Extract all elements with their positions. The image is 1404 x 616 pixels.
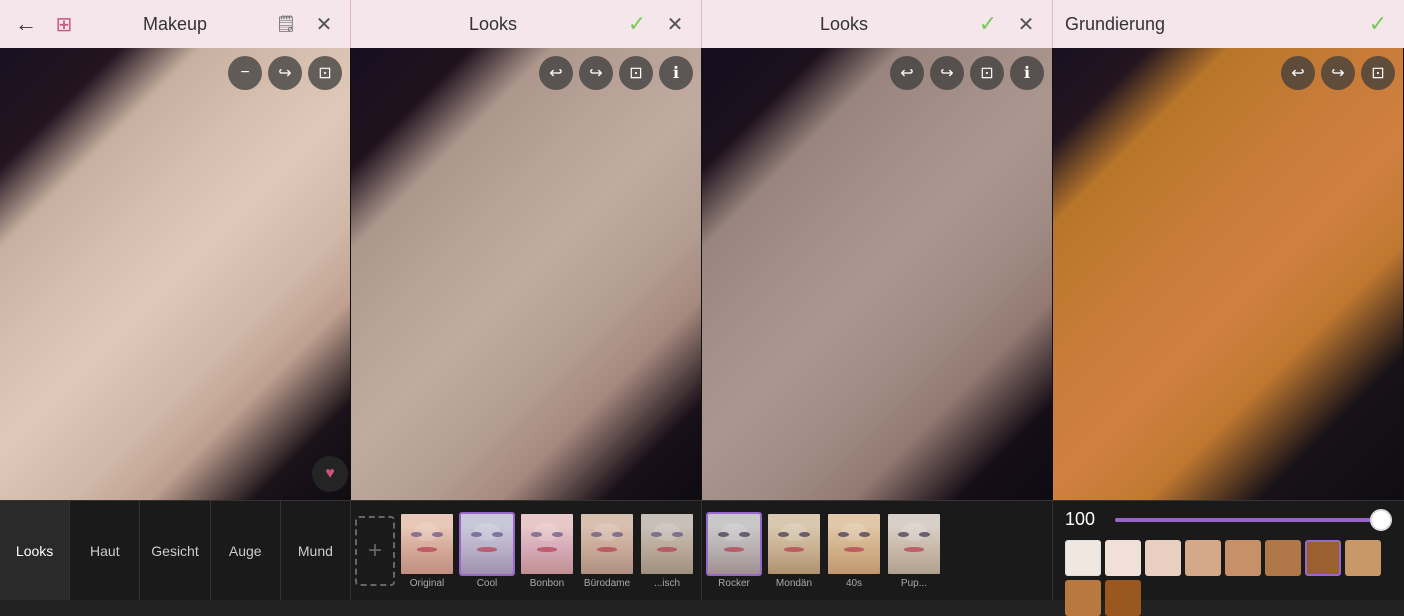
panel-3-header: Looks ✓ ✕ (702, 0, 1053, 48)
panel-4-bottom: 100 (1053, 501, 1404, 600)
undo-button-4[interactable]: ↩ (1281, 56, 1315, 90)
panel-1-header: ← ⊞ Makeup 🗒 ✕ (0, 0, 351, 48)
swatch-s8[interactable] (1105, 580, 1141, 616)
tab-gesicht[interactable]: Gesicht (140, 501, 210, 600)
bottom-bar: Looks Haut Gesicht Auge Mund ♥ + Origina… (0, 500, 1404, 600)
looks-tabs: Looks Haut Gesicht Auge Mund (0, 501, 350, 600)
panel-1-title: Makeup (143, 14, 207, 35)
panel-3-title: Looks (820, 14, 868, 35)
tab-haut[interactable]: Haut (70, 501, 140, 600)
panel-2-title: Looks (469, 14, 517, 35)
check-button-3[interactable]: ✓ (974, 10, 1002, 38)
minus-button[interactable]: − (228, 56, 262, 90)
panel-2-image: ↩ ↪ ⊡ ℹ (351, 48, 702, 500)
redo-button-3[interactable]: ↪ (930, 56, 964, 90)
swatch-s2[interactable] (1185, 540, 1221, 576)
panel-1-image: − ↪ ⊡ (0, 48, 351, 500)
save-button[interactable]: 🗒 (272, 10, 300, 38)
face-image-1 (0, 48, 350, 500)
panel-2-controls: ↩ ↪ ⊡ ℹ (539, 56, 693, 90)
panel-3-right-icons: ✓ ✕ (974, 10, 1040, 38)
crop-button-4[interactable]: ⊡ (1361, 56, 1395, 90)
panel-4-title: Grundierung (1065, 14, 1165, 35)
info-button-2[interactable]: ℹ (659, 56, 693, 90)
check-button-2[interactable]: ✓ (623, 10, 651, 38)
undo-button-3[interactable]: ↩ (890, 56, 924, 90)
check-button-4[interactable]: ✓ (1364, 10, 1392, 38)
swatch-s5[interactable] (1305, 540, 1341, 576)
swatch-s7[interactable] (1065, 580, 1101, 616)
face-image-4 (1053, 48, 1403, 500)
panel-1-right-icons: 🗒 ✕ (272, 10, 338, 38)
color-swatches (1065, 540, 1392, 616)
panel-3-controls: ↩ ↪ ⊡ ℹ (890, 56, 1044, 90)
back-button[interactable]: ← (12, 10, 40, 38)
panel-3-thumbnails: Rocker Mondän 40s (702, 501, 1053, 600)
thumbnail-40s[interactable]: 40s (826, 512, 882, 589)
panel-3-image: ↩ ↪ ⊡ ℹ (702, 48, 1053, 500)
slider-row: 100 (1065, 509, 1392, 530)
face-image-3 (702, 48, 1052, 500)
close-button-2[interactable]: ✕ (661, 10, 689, 38)
grid-icon-button[interactable]: ⊞ (50, 10, 78, 38)
panel-2-header: Looks ✓ ✕ (351, 0, 702, 48)
panel-4-image: ↩ ↪ ⊡ (1053, 48, 1404, 500)
panel-4-right-icons: ✓ (1364, 10, 1392, 38)
slider-track[interactable] (1115, 518, 1392, 522)
crop-button-2[interactable]: ⊡ (619, 56, 653, 90)
thumbnail-rocker[interactable]: Rocker (706, 512, 762, 589)
redo-button-1[interactable]: ↪ (268, 56, 302, 90)
panel-4-controls: ↩ ↪ ⊡ (1281, 56, 1395, 90)
swatch-s1[interactable] (1145, 540, 1181, 576)
panel-1-controls: − ↪ ⊡ (228, 56, 342, 90)
tab-auge[interactable]: Auge (211, 501, 281, 600)
heart-button[interactable]: ♥ (312, 456, 348, 492)
thumbnail-isch[interactable]: ...isch (639, 512, 695, 589)
redo-button-2[interactable]: ↪ (579, 56, 613, 90)
swatch-s0[interactable] (1105, 540, 1141, 576)
info-button-3[interactable]: ℹ (1010, 56, 1044, 90)
swatch-s4[interactable] (1265, 540, 1301, 576)
crop-button-3[interactable]: ⊡ (970, 56, 1004, 90)
swatch-s6[interactable] (1345, 540, 1381, 576)
swatch-s3[interactable] (1225, 540, 1261, 576)
slider-fill (1115, 518, 1392, 522)
panel-2-right-icons: ✓ ✕ (623, 10, 689, 38)
panel-1-left-icons: ← ⊞ (12, 10, 78, 38)
add-look-button[interactable]: + (355, 516, 395, 586)
slider-value: 100 (1065, 509, 1105, 530)
tab-looks[interactable]: Looks (0, 501, 70, 600)
thumbnail-mondan[interactable]: Mondän (766, 512, 822, 589)
crop-button-1[interactable]: ⊡ (308, 56, 342, 90)
undo-button-2[interactable]: ↩ (539, 56, 573, 90)
main-area: − ↪ ⊡ ↩ ↪ ⊡ ℹ ↩ ↪ ⊡ ℹ (0, 48, 1404, 500)
panel-4-header: Grundierung ✓ (1053, 0, 1404, 48)
panel-1-bottom: Looks Haut Gesicht Auge Mund (0, 501, 351, 600)
thumbnail-burodame[interactable]: Bürodame (579, 512, 635, 589)
redo-button-4[interactable]: ↪ (1321, 56, 1355, 90)
tab-mund[interactable]: Mund (281, 501, 350, 600)
swatch-light[interactable] (1065, 540, 1101, 576)
slider-thumb[interactable] (1370, 509, 1392, 531)
face-image-2 (351, 48, 701, 500)
thumbnail-bonbon[interactable]: Bonbon (519, 512, 575, 589)
thumbnail-pup[interactable]: Pup... (886, 512, 942, 589)
close-button-3[interactable]: ✕ (1012, 10, 1040, 38)
thumbnail-cool[interactable]: Cool (459, 512, 515, 589)
close-button-1[interactable]: ✕ (310, 10, 338, 38)
thumbnail-original[interactable]: Original (399, 512, 455, 589)
panel-2-thumbnails: + Original Cool (351, 501, 702, 600)
